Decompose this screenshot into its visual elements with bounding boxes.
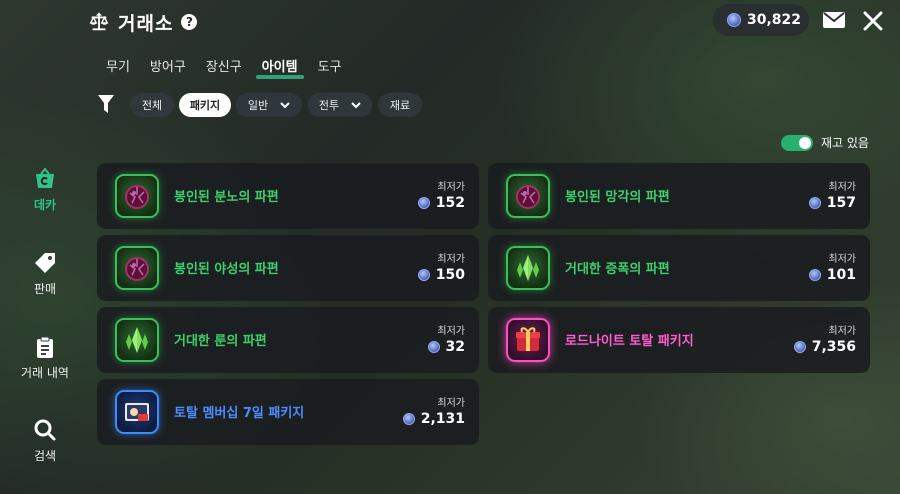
item-card[interactable]: 거대한 룬의 파편 최저가 32	[97, 307, 479, 373]
item-name: 봉인된 분노의 파편	[174, 190, 279, 205]
lowest-price-label: 최저가	[437, 326, 465, 337]
filter-chip[interactable]: 일반	[236, 93, 302, 117]
item-price: 32	[445, 339, 465, 355]
tab-item[interactable]: 무기	[96, 52, 140, 78]
item-price: 150	[435, 267, 465, 283]
crystal-shard-icon	[115, 318, 159, 362]
tab-item[interactable]: 방어구	[140, 52, 196, 78]
item-price: 101	[826, 267, 856, 283]
item-card[interactable]: 거대한 증폭의 파편 최저가 101	[488, 235, 870, 301]
filter-icon[interactable]	[98, 95, 114, 113]
item-card[interactable]: 봉인된 망각의 파편 최저가 157	[488, 163, 870, 229]
sidebar-label: 데카	[33, 198, 57, 212]
price-row: 101	[808, 267, 856, 283]
tab-item[interactable]: 도구	[308, 52, 352, 78]
crystal-coin-icon	[727, 13, 741, 27]
sealed-orb-icon	[115, 246, 159, 290]
chevron-down-icon	[351, 101, 361, 108]
filter-chip[interactable]: 재료	[378, 93, 422, 117]
filter-chip[interactable]: 전투	[308, 93, 372, 117]
sidebar-item-sell[interactable]: 판매	[14, 252, 76, 297]
crystal-coin-icon	[427, 341, 440, 353]
price-row: 2,131	[402, 411, 465, 427]
item-card[interactable]: 봉인된 야성의 파편 최저가 150	[97, 235, 479, 301]
price-row: 152	[417, 195, 465, 211]
item-price: 157	[826, 195, 856, 211]
filter-chip-label: 재료	[389, 99, 411, 112]
price-row: 7,356	[793, 339, 856, 355]
price-row: 32	[427, 339, 465, 355]
filter-chip[interactable]: 패키지	[179, 93, 231, 117]
membership-ticket-icon	[115, 390, 159, 434]
item-name: 로드나이트 토탈 패키지	[565, 334, 694, 349]
lowest-price-label: 최저가	[437, 398, 465, 409]
sidebar-label: 검색	[33, 449, 57, 463]
toggle-switch[interactable]	[781, 134, 813, 151]
filter-chip-label: 전투	[318, 99, 340, 112]
chevron-down-icon	[280, 101, 290, 108]
page-title: 거래소	[118, 12, 174, 35]
gift-box-icon	[506, 318, 550, 362]
price-row: 157	[808, 195, 856, 211]
crystal-coin-icon	[793, 341, 806, 353]
sealed-orb-icon	[115, 174, 159, 218]
item-price: 7,356	[811, 339, 856, 355]
item-price: 2,131	[420, 411, 465, 427]
filter-chip-label: 일반	[247, 99, 269, 112]
filter-chip-label: 패키지	[189, 99, 221, 112]
item-name: 토탈 멤버십 7일 패키지	[174, 406, 305, 421]
in-stock-label: 재고 있음	[821, 136, 869, 150]
help-button[interactable]: ?	[181, 14, 198, 30]
scales-icon	[89, 12, 109, 31]
clipboard-icon	[37, 336, 53, 358]
crystal-coin-icon	[402, 413, 415, 425]
crystal-coin-icon	[808, 269, 821, 281]
sidebar-label: 판매	[33, 282, 57, 296]
mail-icon[interactable]	[823, 12, 845, 28]
category-tabs: 무기 방어구 장신구 아이템 도구	[96, 52, 352, 79]
item-card[interactable]: 토탈 멤버십 7일 패키지 최저가 2,131	[97, 379, 479, 445]
tab-item[interactable]: 장신구	[196, 52, 252, 78]
lowest-price-label: 최저가	[828, 254, 856, 265]
lowest-price-label: 최저가	[828, 326, 856, 337]
sidebar-item-deka[interactable]: 데카	[14, 168, 76, 213]
item-card[interactable]: 로드나이트 토탈 패키지 최저가 7,356	[488, 307, 870, 373]
item-name: 봉인된 야성의 파편	[174, 262, 279, 277]
tab-item[interactable]: 아이템	[252, 52, 308, 79]
shopping-basket-icon	[36, 168, 54, 188]
price-tag-icon	[35, 253, 55, 273]
lowest-price-label: 최저가	[437, 182, 465, 193]
price-row: 150	[417, 267, 465, 283]
crystal-coin-icon	[417, 197, 430, 209]
crystal-coin-icon	[808, 197, 821, 209]
crystal-shard-icon	[506, 246, 550, 290]
search-icon	[34, 419, 56, 441]
crystal-coin-icon	[417, 269, 430, 281]
item-name: 거대한 룬의 파편	[174, 334, 267, 349]
filter-chip[interactable]: 전체	[130, 93, 174, 117]
filter-chip-label: 전체	[141, 99, 163, 112]
item-name: 거대한 증폭의 파편	[565, 262, 670, 277]
in-stock-toggle[interactable]: 재고 있음	[781, 134, 869, 151]
currency-display: 30,822	[713, 4, 809, 36]
page-header: 거래소 ?	[88, 8, 198, 36]
item-card[interactable]: 봉인된 분노의 파편 최저가 152	[97, 163, 479, 229]
sidebar-item-search[interactable]: 검색	[14, 419, 76, 464]
lowest-price-label: 최저가	[828, 182, 856, 193]
sealed-orb-icon	[506, 174, 550, 218]
item-price: 152	[435, 195, 465, 211]
close-icon[interactable]	[862, 10, 884, 32]
item-name: 봉인된 망각의 파편	[565, 190, 670, 205]
currency-amount: 30,822	[747, 12, 802, 28]
lowest-price-label: 최저가	[437, 254, 465, 265]
sidebar-item-history[interactable]: 거래 내역	[14, 336, 76, 381]
sidebar-label: 거래 내역	[21, 366, 69, 380]
